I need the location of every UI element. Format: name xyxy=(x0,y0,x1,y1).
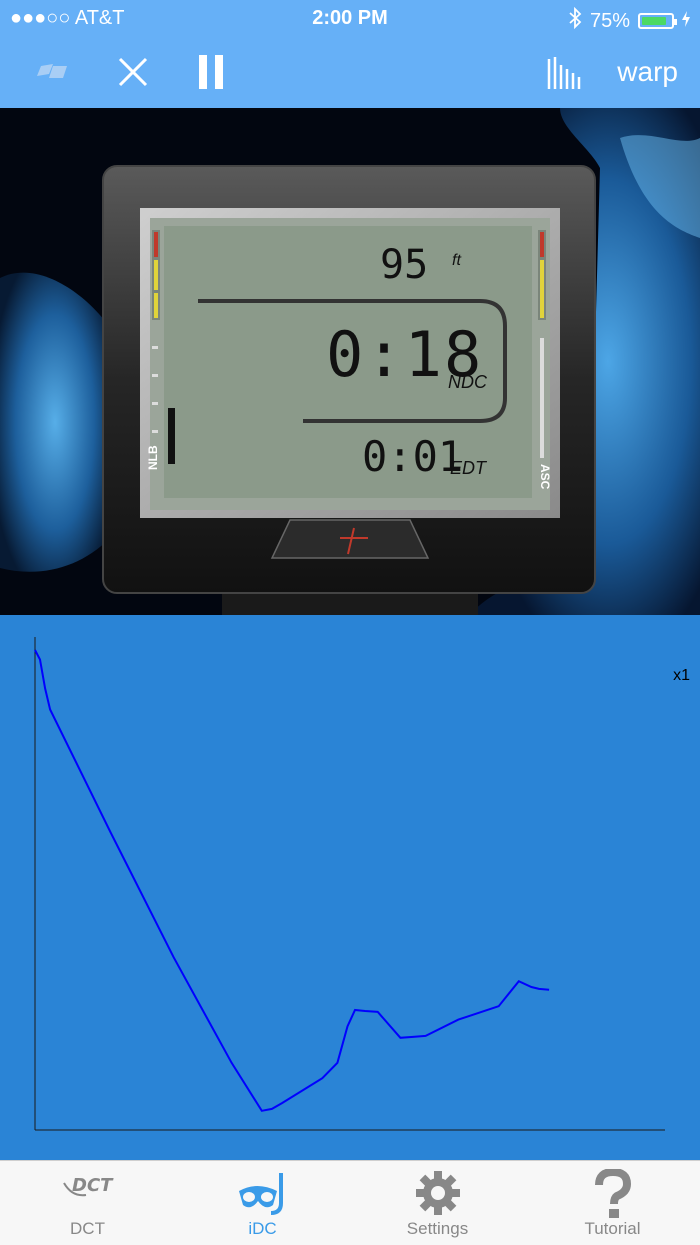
tab-dct[interactable]: DCT DCT xyxy=(0,1161,175,1245)
charging-icon xyxy=(682,10,690,33)
bluetooth-icon xyxy=(568,6,582,35)
warp-button[interactable]: warp xyxy=(617,56,678,88)
tab-tutorial[interactable]: Tutorial xyxy=(525,1161,700,1245)
depth-chart xyxy=(34,637,665,1131)
tab-idc-label: iDC xyxy=(248,1219,277,1238)
depth-profile-line-0 xyxy=(34,649,550,1112)
tab-tutorial-label: Tutorial xyxy=(584,1219,641,1238)
tab-dct-label: DCT xyxy=(70,1219,105,1238)
edt-label: EDT xyxy=(450,458,486,478)
bar-chart-icon[interactable] xyxy=(544,52,584,92)
close-icon[interactable] xyxy=(112,52,154,92)
snorkel-mask-icon xyxy=(237,1169,289,1222)
gear-icon xyxy=(414,1169,462,1222)
edt-time: 0:01 xyxy=(362,432,464,481)
battery-percent: 75% xyxy=(589,9,630,32)
scale-label: x1 xyxy=(673,667,690,684)
depth-unit: ft xyxy=(452,252,461,269)
tab-idc[interactable]: iDC xyxy=(175,1161,350,1245)
dive-computer-scene: 95 ft 0:18 NDC 0:01 EDT NLB ASC xyxy=(0,108,700,615)
tab-bar: DCT DCT iDC Settings Tutorial xyxy=(0,1160,700,1245)
nav-bar: warp xyxy=(0,36,700,108)
battery-icon xyxy=(638,13,677,29)
depth-value: 95 xyxy=(380,242,429,288)
svg-text:DCT: DCT xyxy=(72,1175,114,1196)
dct-logo-icon: DCT xyxy=(62,1169,114,1210)
question-icon xyxy=(593,1167,633,1224)
asc-gauge-label: ASC xyxy=(538,464,552,490)
ndc-label: NDC xyxy=(448,372,487,392)
tab-settings-label: Settings xyxy=(406,1219,469,1238)
logo-icon[interactable] xyxy=(30,52,74,92)
status-bar: ●●●○○ AT&T 2:00 PM 75% xyxy=(0,0,700,36)
nlb-gauge-label: NLB xyxy=(146,445,160,470)
depth-profile-graph: x1 xyxy=(0,615,700,1160)
pause-icon[interactable] xyxy=(190,52,232,92)
tab-settings[interactable]: Settings xyxy=(350,1161,525,1245)
status-right: 75% xyxy=(568,6,690,35)
